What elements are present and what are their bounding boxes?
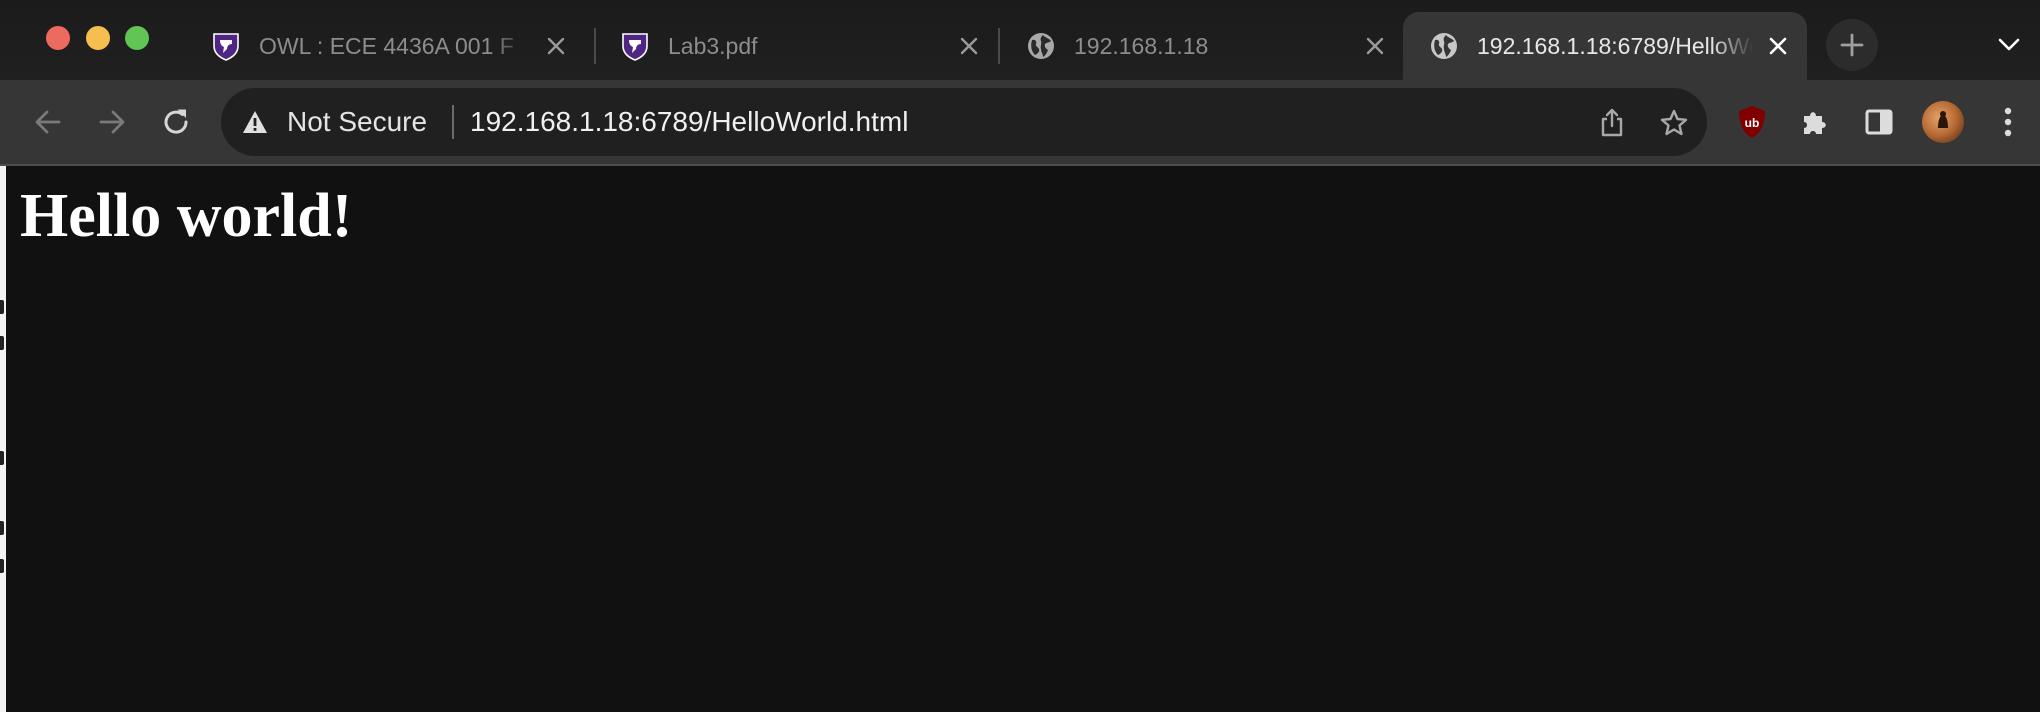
tab-lab3-pdf[interactable]: Lab3.pdf (594, 12, 998, 80)
close-window-button[interactable] (46, 26, 70, 50)
chevron-down-icon (1998, 38, 2020, 51)
svg-text:ub: ub (1745, 116, 1760, 130)
bookmark-star-icon[interactable] (1657, 106, 1691, 140)
plus-icon (1840, 33, 1864, 57)
url-text[interactable]: 192.168.1.18:6789/HelloWorld.html (470, 108, 908, 136)
security-status-label[interactable]: Not Secure (287, 108, 427, 136)
new-tab-button[interactable] (1826, 19, 1878, 71)
reload-icon (164, 109, 188, 134)
close-tab-icon[interactable] (1765, 33, 1791, 59)
address-bar[interactable]: Not Secure 192.168.1.18:6789/HelloWorld.… (221, 88, 1707, 156)
close-tab-icon[interactable] (956, 33, 982, 59)
minimize-window-button[interactable] (86, 26, 110, 50)
share-icon[interactable] (1595, 106, 1629, 140)
globe-icon (1026, 31, 1056, 61)
kebab-menu-icon[interactable] (1985, 99, 2031, 145)
close-tab-icon[interactable] (1362, 33, 1388, 59)
back-button[interactable] (26, 100, 70, 144)
western-shield-icon (211, 31, 241, 61)
close-tab-icon[interactable] (543, 33, 569, 59)
tab-title: Lab3.pdf (668, 32, 758, 59)
globe-icon (1429, 31, 1459, 61)
tab-owl[interactable]: OWL : ECE 4436A 001 F (185, 12, 585, 80)
tab-title: 192.168.1.18:6789/HelloWorld.html (1477, 32, 1753, 59)
tab-hello-world[interactable]: 192.168.1.18:6789/HelloWorld.html (1403, 12, 1807, 80)
reload-button[interactable] (154, 100, 198, 144)
zoom-window-button[interactable] (125, 26, 149, 50)
forward-button[interactable] (90, 100, 134, 144)
omnibox-divider (452, 105, 454, 139)
tab-strip: OWL : ECE 4436A 001 F Lab3.pdf 192.168.1… (0, 0, 2040, 80)
browser-toolbar: Not Secure 192.168.1.18:6789/HelloWorld.… (0, 80, 2040, 166)
western-shield-icon (620, 31, 650, 61)
tab-ip-address[interactable]: 192.168.1.18 (1000, 12, 1404, 80)
tab-title: 192.168.1.18 (1074, 32, 1209, 59)
ublock-origin-icon[interactable]: ub (1729, 99, 1775, 145)
web-page-content: Hello world! (6, 166, 2040, 712)
extensions-puzzle-icon[interactable] (1793, 99, 1839, 145)
avatar[interactable] (1920, 99, 1966, 145)
page-heading: Hello world! (20, 182, 353, 250)
side-panel-icon[interactable] (1856, 99, 1902, 145)
back-arrow-icon (35, 110, 61, 134)
tab-title: OWL : ECE 4436A 001 F (259, 32, 514, 59)
tab-search-button[interactable] (1994, 30, 2024, 60)
warning-triangle-icon[interactable] (241, 108, 269, 136)
forward-arrow-icon (99, 110, 125, 134)
